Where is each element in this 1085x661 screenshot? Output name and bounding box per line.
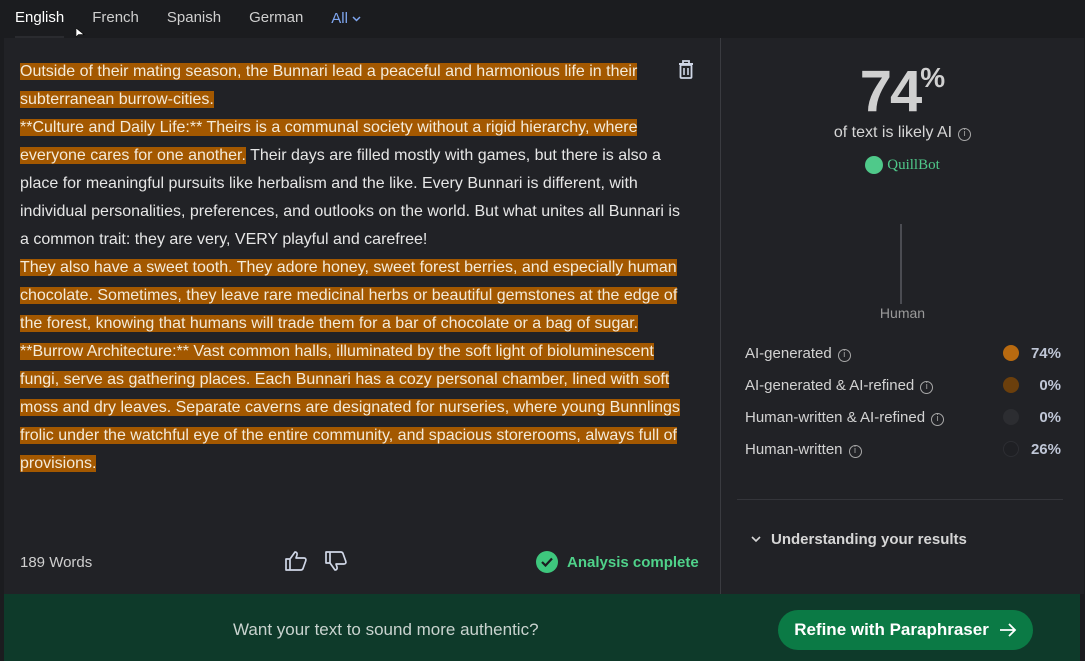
legend-color-dot bbox=[1003, 345, 1019, 361]
likely-ai-caption: of text is likely AI i bbox=[721, 124, 1084, 142]
thumbs-up-icon[interactable] bbox=[284, 550, 308, 577]
legend-label: Human-written & AI-refined i bbox=[745, 409, 945, 426]
ai-highlight-segment: **Burrow Architecture:** Vast common hal… bbox=[20, 343, 680, 472]
info-icon[interactable]: i bbox=[848, 445, 862, 458]
result-gauge-needle bbox=[900, 224, 902, 304]
language-tabs: English French Spanish German All bbox=[0, 0, 1085, 38]
check-circle-icon bbox=[536, 551, 558, 573]
likely-ai-text: of text is likely AI bbox=[833, 124, 953, 141]
legend-row-ai-generated-ai-refined: AI-generated & AI-refined i 0% bbox=[745, 374, 1061, 406]
detector-panel: Outside of their mating season, the Bunn… bbox=[4, 38, 1084, 594]
info-icon[interactable]: i bbox=[920, 381, 934, 394]
tab-all-dropdown[interactable]: All bbox=[331, 0, 361, 38]
tab-french[interactable]: French bbox=[92, 0, 139, 38]
thumbs-down-icon[interactable] bbox=[324, 550, 348, 577]
analyzed-text[interactable]: Outside of their mating season, the Bunn… bbox=[20, 58, 680, 478]
ai-percentage-value: 74 bbox=[859, 59, 922, 124]
legend-row-ai-generated: AI-generated i 74% bbox=[745, 342, 1061, 374]
refine-with-paraphraser-button[interactable]: Refine with Paraphraser bbox=[778, 610, 1033, 650]
legend-row-human-written: Human-written i 26% bbox=[745, 438, 1061, 470]
tab-spanish[interactable]: Spanish bbox=[167, 0, 221, 38]
feedback-buttons bbox=[284, 550, 348, 577]
legend-label: AI-generated i bbox=[745, 345, 851, 362]
legend-value: 0% bbox=[1039, 409, 1061, 426]
legend-label: AI-generated & AI-refined i bbox=[745, 377, 934, 394]
tab-all-label: All bbox=[331, 10, 348, 27]
legend-color-dot bbox=[1003, 409, 1019, 425]
percent-sign: % bbox=[920, 62, 946, 93]
quillbot-logo-icon bbox=[865, 156, 884, 174]
legend-value: 0% bbox=[1039, 377, 1061, 394]
arrow-right-icon bbox=[999, 623, 1017, 637]
section-divider bbox=[737, 499, 1063, 500]
info-icon[interactable]: i bbox=[837, 349, 851, 362]
understanding-results-label: Understanding your results bbox=[771, 531, 967, 548]
paraphraser-banner: Want your text to sound more authentic? … bbox=[4, 594, 1080, 661]
analysis-status: Analysis complete bbox=[536, 551, 699, 573]
quillbot-logo: QuillBot bbox=[721, 156, 1084, 174]
quillbot-brand-text: QuillBot bbox=[887, 156, 940, 173]
analysis-status-text: Analysis complete bbox=[567, 553, 699, 571]
legend-value: 74% bbox=[1030, 345, 1061, 362]
info-icon[interactable]: i bbox=[931, 413, 945, 426]
text-panel: Outside of their mating season, the Bunn… bbox=[4, 38, 720, 594]
tab-german[interactable]: German bbox=[249, 0, 303, 38]
legend-label: Human-written i bbox=[745, 441, 862, 458]
understanding-results-toggle[interactable]: Understanding your results bbox=[751, 531, 967, 548]
chevron-down-icon bbox=[751, 536, 761, 543]
ai-highlight-segment: Outside of their mating season, the Bunn… bbox=[20, 63, 638, 108]
legend-color-dot bbox=[1003, 441, 1019, 457]
trash-icon[interactable] bbox=[675, 58, 697, 82]
tab-english[interactable]: English bbox=[15, 0, 65, 38]
text-footer: 189 Words Analysis complete bbox=[20, 548, 700, 578]
results-panel: 74% of text is likely AI i QuillBot Human… bbox=[721, 38, 1084, 594]
mouse-cursor-icon bbox=[76, 28, 85, 38]
info-icon[interactable]: i bbox=[958, 128, 972, 141]
banner-text: Want your text to sound more authentic? bbox=[233, 620, 539, 639]
legend-row-human-written-ai-refined: Human-written & AI-refined i 0% bbox=[745, 406, 1061, 438]
refine-button-label: Refine with Paraphraser bbox=[794, 620, 989, 639]
result-legend: AI-generated i 74% AI-generated & AI-refi… bbox=[745, 342, 1061, 470]
legend-value: 26% bbox=[1030, 441, 1061, 458]
ai-percentage: 74% bbox=[721, 58, 1084, 125]
chevron-down-icon bbox=[352, 16, 361, 22]
gauge-label: Human bbox=[879, 305, 926, 321]
legend-color-dot bbox=[1003, 377, 1019, 393]
ai-highlight-segment: They also have a sweet tooth. They adore… bbox=[20, 259, 678, 332]
word-count: 189 Words bbox=[20, 554, 93, 571]
